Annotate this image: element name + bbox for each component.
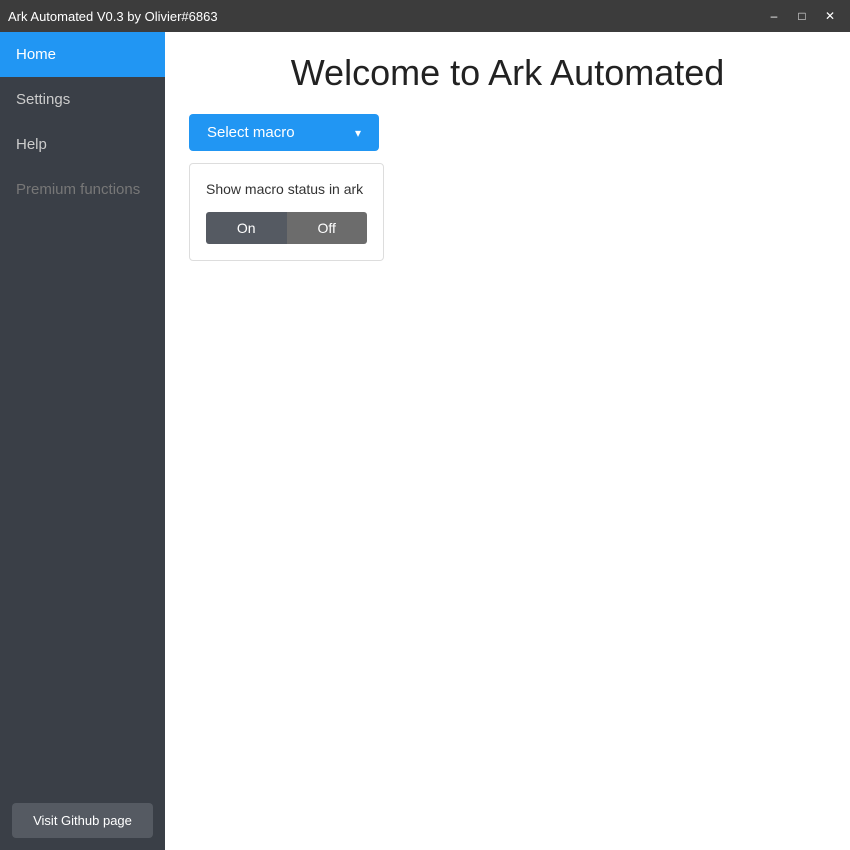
sidebar-item-premium-label: Premium functions — [16, 181, 140, 198]
sidebar-item-help[interactable]: Help — [0, 122, 165, 167]
sidebar-item-settings-label: Settings — [16, 91, 70, 108]
main-layout: Home Settings Help Premium functions Vis… — [0, 32, 850, 850]
macro-status-card: Show macro status in ark On Off — [189, 163, 384, 261]
sidebar-item-home-label: Home — [16, 46, 56, 63]
sidebar-item-help-label: Help — [16, 136, 47, 153]
page-title: Welcome to Ark Automated — [189, 52, 826, 94]
toggle-off-button[interactable]: Off — [287, 212, 368, 244]
sidebar-item-premium: Premium functions — [0, 167, 165, 212]
macro-toggle-group: On Off — [206, 212, 367, 244]
sidebar-nav: Home Settings Help Premium functions — [0, 32, 165, 791]
macro-card-label: Show macro status in ark — [206, 180, 367, 200]
titlebar: Ark Automated V0.3 by Olivier#6863 – □ ✕ — [0, 0, 850, 32]
maximize-button[interactable]: □ — [790, 6, 814, 26]
dropdown-arrow-icon: ▾ — [355, 126, 361, 140]
content-area: Welcome to Ark Automated Select macro ▾ … — [165, 32, 850, 850]
sidebar-item-home[interactable]: Home — [0, 32, 165, 77]
sidebar: Home Settings Help Premium functions Vis… — [0, 32, 165, 850]
visit-github-button[interactable]: Visit Github page — [12, 803, 153, 838]
minimize-button[interactable]: – — [762, 6, 786, 26]
titlebar-controls: – □ ✕ — [762, 6, 842, 26]
select-macro-button[interactable]: Select macro ▾ — [189, 114, 379, 151]
select-macro-label: Select macro — [207, 124, 295, 141]
sidebar-item-settings[interactable]: Settings — [0, 77, 165, 122]
toggle-on-button[interactable]: On — [206, 212, 287, 244]
titlebar-title: Ark Automated V0.3 by Olivier#6863 — [8, 9, 218, 24]
close-button[interactable]: ✕ — [818, 6, 842, 26]
sidebar-footer: Visit Github page — [0, 791, 165, 850]
